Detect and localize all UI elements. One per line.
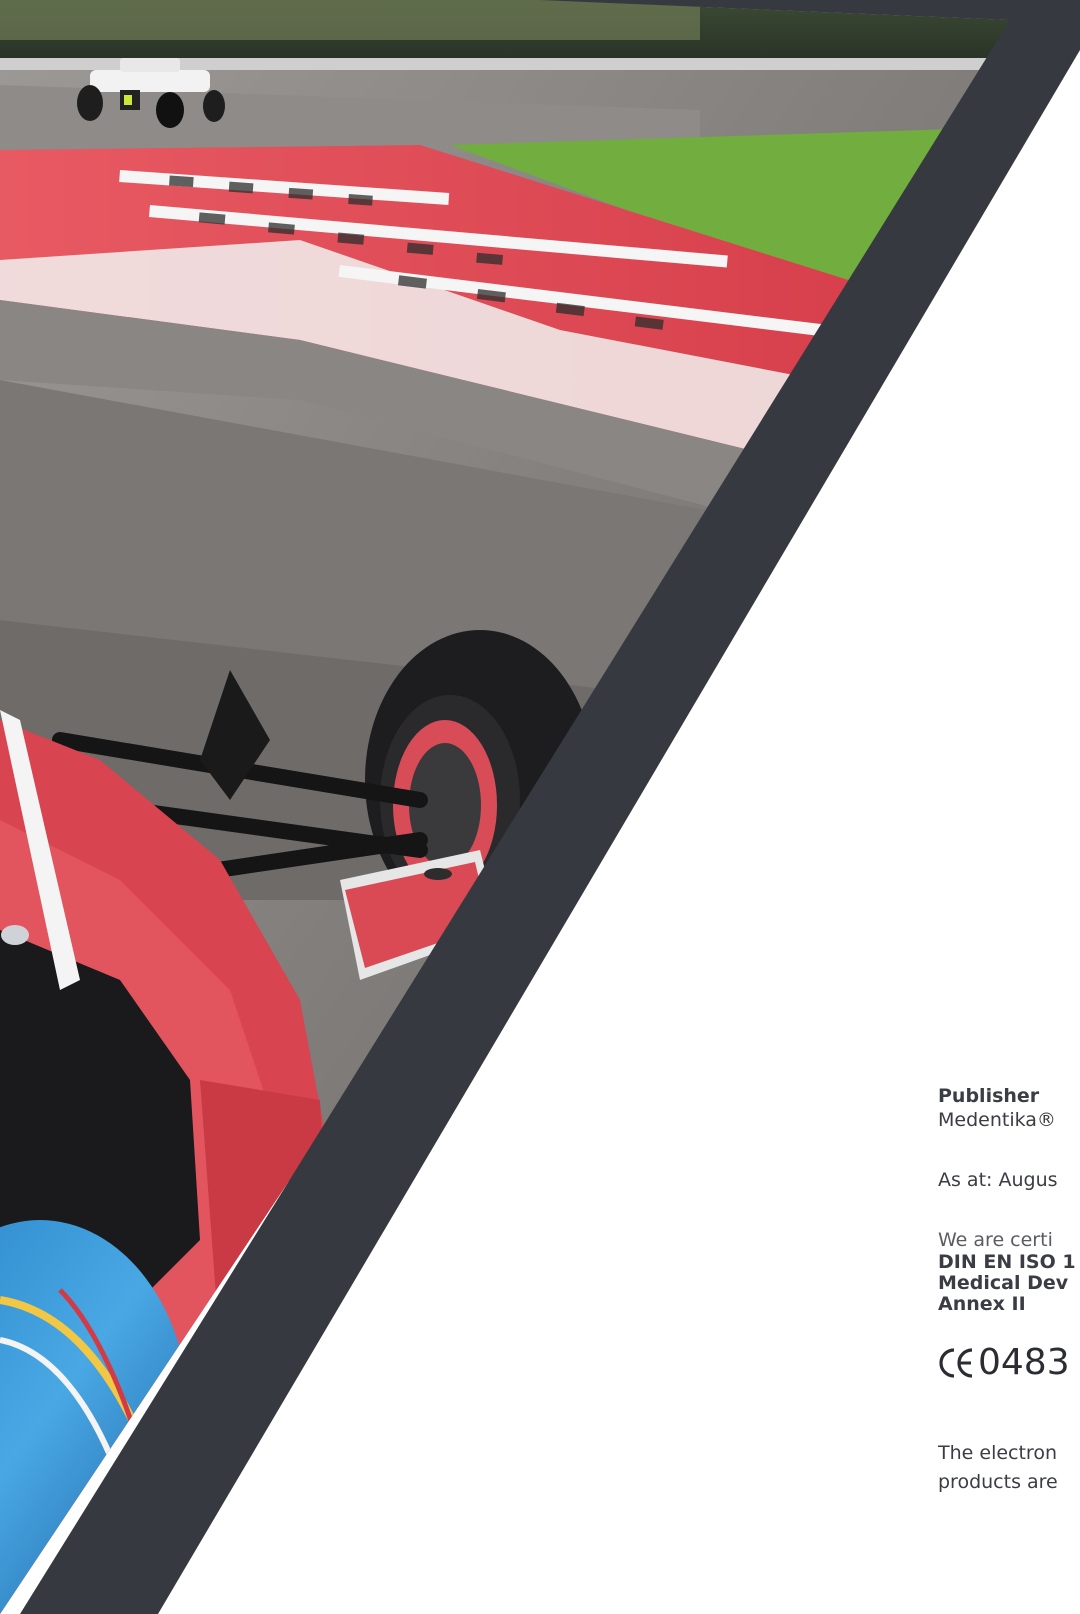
certification-line-3: Annex II [938,1293,1026,1315]
racing-photo-cover-art [0,0,1080,1614]
back-cover-page: Publisher Medentika® As at: Augus We are… [0,0,1080,1614]
notified-body-number: 0483 [978,1342,1070,1383]
certification-intro: We are certi [938,1229,1053,1251]
ce-mark-icon [939,1348,973,1378]
footer-line-2: products are [938,1471,1058,1493]
footer-text: The electron products are [938,1439,1080,1497]
publisher-name: Medentika® [938,1109,1056,1131]
certification-line-1: DIN EN ISO 1 [938,1251,1076,1273]
footer-line-1: The electron [938,1442,1057,1464]
publisher-heading: Publisher [938,1085,1040,1107]
certification-line-2: Medical Dev [938,1272,1069,1294]
imprint-block: Publisher Medentika® As at: Augus We are… [938,1084,1080,1497]
ce-conformity-row: 0483 [938,1343,1080,1383]
as-at-date: As at: Augus [938,1169,1058,1191]
